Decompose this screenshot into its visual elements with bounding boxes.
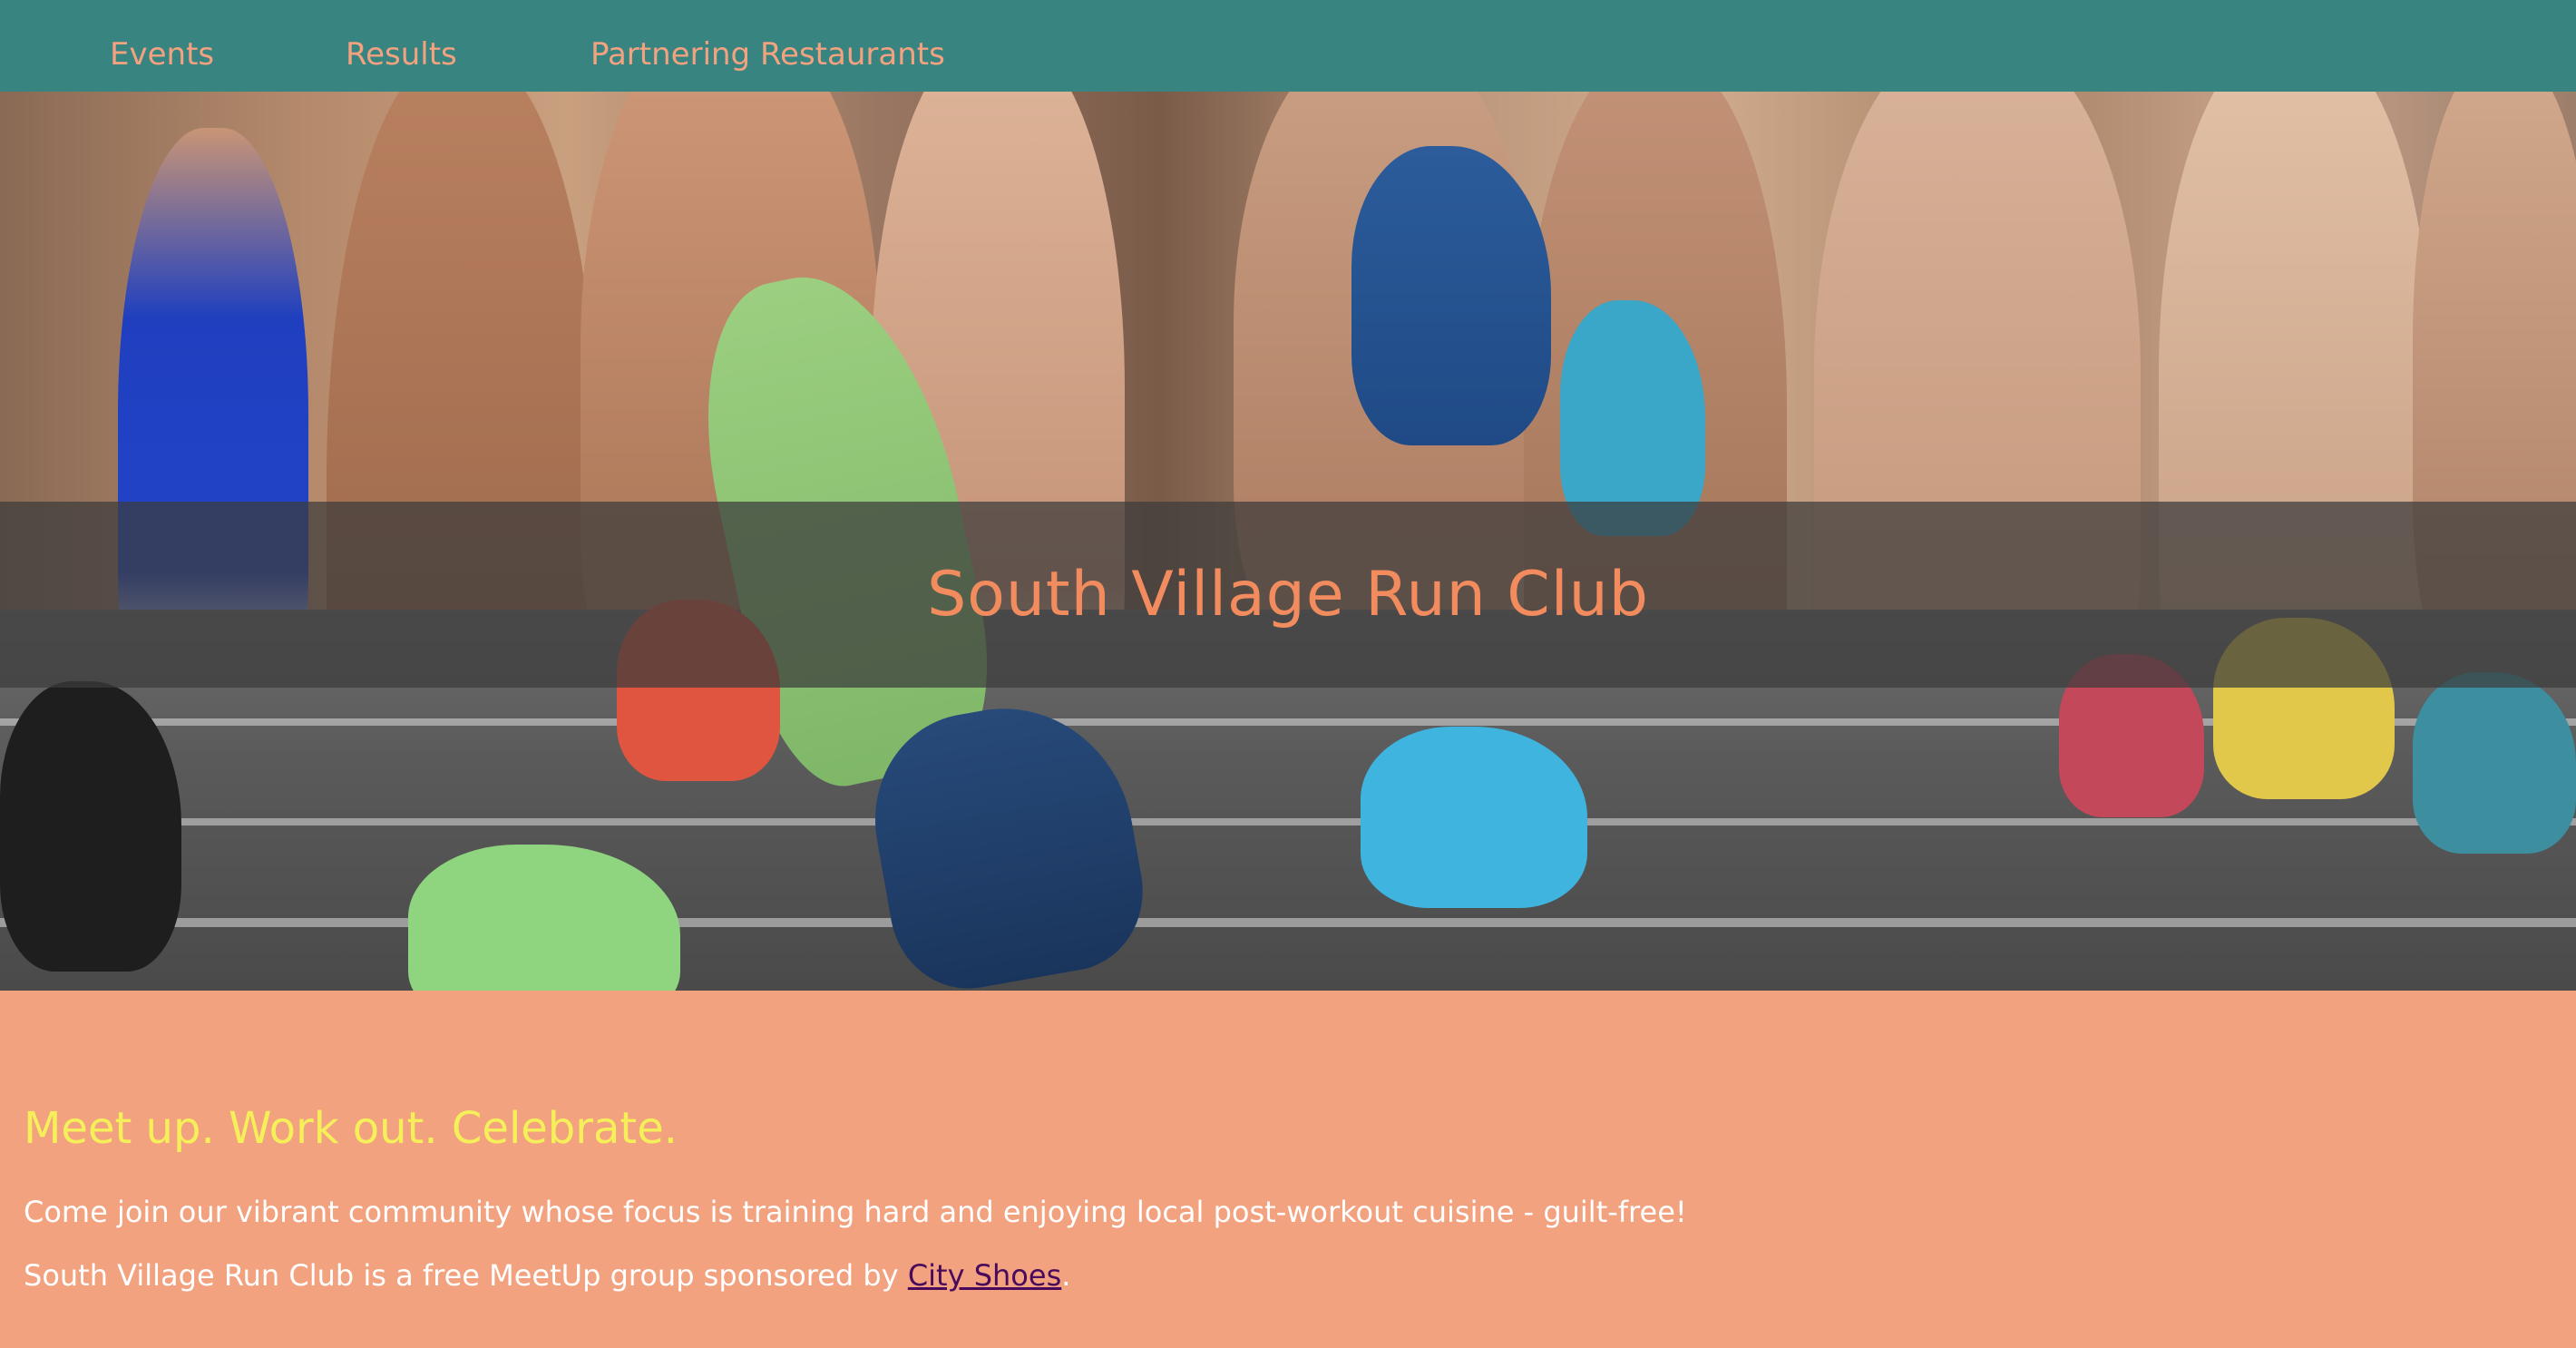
- hero-image: South Village Run Club: [0, 92, 2576, 991]
- nav-item-events[interactable]: Events: [110, 36, 214, 73]
- teal-shoe: [2413, 672, 2576, 854]
- intro-section: Meet up. Work out. Celebrate. Come join …: [0, 991, 2576, 1348]
- teal-shoe: [1560, 300, 1705, 536]
- sponsor-text-end: .: [1061, 1258, 1071, 1293]
- page: Events Results Partnering Restaurants So…: [0, 0, 2576, 1348]
- nav-item-results[interactable]: Results: [346, 36, 457, 73]
- intro-paragraph: Come join our vibrant community whose fo…: [24, 1195, 1687, 1229]
- cyan-shoe: [1361, 727, 1587, 908]
- sponsor-paragraph: South Village Run Club is a free MeetUp …: [24, 1257, 1070, 1294]
- site-title: South Village Run Club: [927, 559, 1649, 630]
- nav-item-partnering-restaurants[interactable]: Partnering Restaurants: [590, 36, 945, 73]
- top-nav: Events Results Partnering Restaurants: [0, 0, 2576, 92]
- tagline: Meet up. Work out. Celebrate.: [24, 1103, 678, 1154]
- sponsor-link-city-shoes[interactable]: City Shoes: [908, 1258, 1061, 1293]
- title-band: South Village Run Club: [0, 502, 2576, 688]
- sponsor-text: South Village Run Club is a free MeetUp …: [24, 1258, 908, 1293]
- black-shoe: [0, 681, 181, 972]
- blue-shoe: [1351, 146, 1551, 445]
